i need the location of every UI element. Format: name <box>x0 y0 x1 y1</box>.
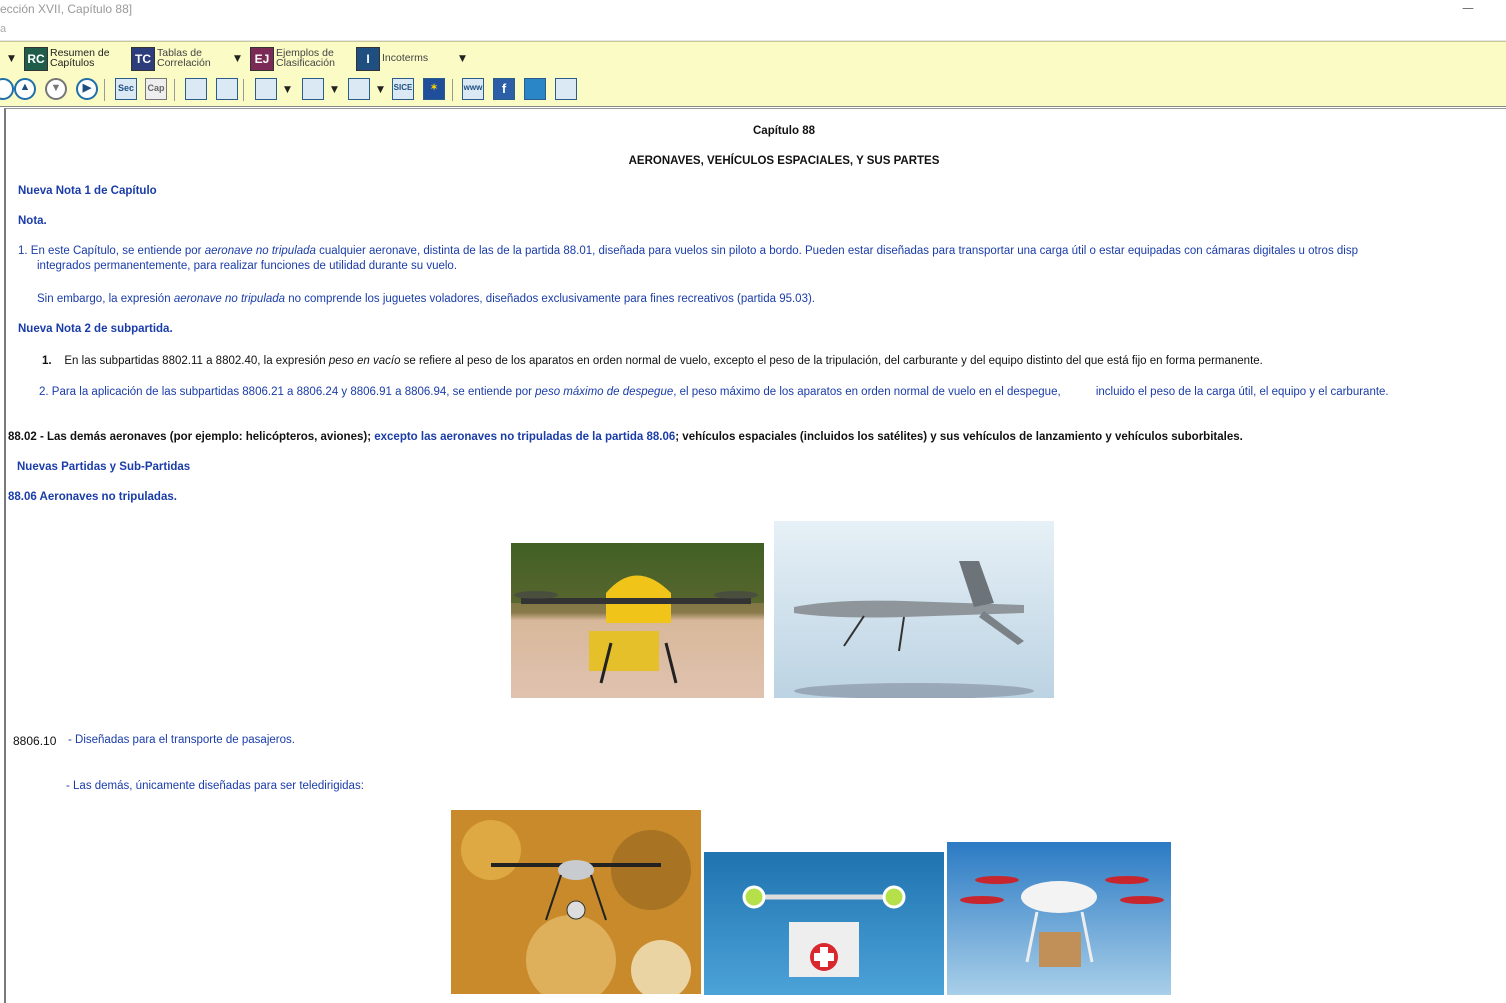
play-icon[interactable]: ▶ <box>76 78 98 100</box>
chapter-title: AERONAVES, VEHÍCULOS ESPACIALES, Y SUS P… <box>628 155 940 167</box>
delivery-drone-photo <box>947 842 1171 995</box>
las-demas-text: - Las demás, únicamente diseñadas para s… <box>66 780 364 792</box>
military-drone-photo <box>774 521 1054 698</box>
document-view: Capítulo 88 AERONAVES, VEHÍCULOS ESPACIA… <box>4 108 1506 1003</box>
camera-drone-photo <box>451 810 701 994</box>
ej-badge-icon: EJ <box>250 47 274 71</box>
separator <box>104 79 105 101</box>
minimize-button[interactable]: — <box>1462 1 1474 15</box>
chapter-heading: Capítulo 88 <box>753 125 815 137</box>
twitter-icon[interactable] <box>524 78 546 100</box>
tablas-dropdown-icon[interactable]: ▼ <box>234 54 241 64</box>
copy-icon[interactable] <box>185 78 207 100</box>
contacts-icon[interactable] <box>555 78 577 100</box>
subpartida-880610-code: 8806.10 <box>13 734 57 748</box>
sec-button[interactable]: Sec <box>115 78 137 100</box>
up-arrow-icon[interactable]: ▲ <box>14 78 36 100</box>
partida-8806: 88.06 Aeronaves no tripuladas. <box>8 491 177 503</box>
nota1-line2: integrados permanentemente, para realiza… <box>37 260 458 272</box>
menu-item[interactable]: a <box>0 23 6 35</box>
incoterms-button[interactable]: I Incoterms <box>356 47 456 71</box>
print-icon[interactable] <box>216 78 238 100</box>
flask-dropdown-icon[interactable]: ▼ <box>284 85 291 95</box>
nuevas-partidas-heading: Nuevas Partidas y Sub-Partidas <box>17 461 191 473</box>
people-dropdown-icon[interactable]: ▼ <box>331 85 338 95</box>
subnote-2: 2. Para la aplicación de las subpartidas… <box>39 386 1389 398</box>
down-arrow-icon[interactable]: ▼ <box>45 78 67 100</box>
incoterms-badge-icon: I <box>356 47 380 71</box>
sice-button[interactable]: SICE <box>392 78 414 100</box>
separator <box>452 79 453 101</box>
resumen-capitulos-label: Resumen de Capítulos <box>50 47 110 69</box>
subpartida-880610-text: - Diseñadas para el transporte de pasaje… <box>68 734 295 746</box>
download-icon[interactable] <box>348 78 370 100</box>
nota1-line1: 1. En este Capítulo, se entiende por aer… <box>18 245 1358 257</box>
medical-drone-photo <box>704 852 944 995</box>
download-dropdown-icon[interactable]: ▼ <box>377 85 384 95</box>
ejemplos-clasificacion-label: Ejemplos de Clasificación <box>276 47 335 69</box>
separator <box>243 79 244 101</box>
www-button[interactable]: www <box>462 78 484 100</box>
nota1-para2: Sin embargo, la expresión aeronave no tr… <box>37 293 816 305</box>
resumen-capitulos-button[interactable]: RC Resumen de Capítulos <box>24 47 124 71</box>
nota2-heading: Nueva Nota 2 de subpartida. <box>18 323 173 335</box>
separator <box>174 79 175 101</box>
title-bar: ección XVII, Capítulo 88] — <box>0 0 1506 20</box>
nota1-heading: Nueva Nota 1 de Capítulo <box>18 185 157 197</box>
toolbar-row-1: ▼ RC Resumen de Capítulos TC Tablas de C… <box>0 41 1506 76</box>
eu-flag-icon[interactable]: ✶ <box>423 78 445 100</box>
facebook-icon[interactable]: f <box>493 78 515 100</box>
menu-bar: a <box>0 20 1506 41</box>
subnote-1: 1. En las subpartidas 8802.11 a 8802.40,… <box>42 355 1263 367</box>
tablas-correlacion-button[interactable]: TC Tablas de Correlación <box>131 47 231 71</box>
dropdown-arrow-icon[interactable]: ▼ <box>8 54 15 64</box>
cap-button[interactable]: Cap <box>145 78 167 100</box>
rc-badge-icon: RC <box>24 47 48 71</box>
dhl-drone-photo <box>511 543 764 698</box>
nota-heading: Nota. <box>18 215 47 227</box>
tc-badge-icon: TC <box>131 47 155 71</box>
nav-icon[interactable] <box>0 78 14 100</box>
toolbar-row-2: ▲ ▼ ▶ Sec Cap ▼ ▼ ▼ SICE ✶ www f <box>0 75 1506 107</box>
window-title: ección XVII, Capítulo 88] <box>0 2 133 16</box>
flask-icon[interactable] <box>255 78 277 100</box>
ejemplos-clasificacion-button[interactable]: EJ Ejemplos de Clasificación <box>250 47 350 71</box>
people-icon[interactable] <box>302 78 324 100</box>
partida-8802: 88.02 - Las demás aeronaves (por ejemplo… <box>8 431 1243 443</box>
incoterms-dropdown-icon[interactable]: ▼ <box>459 54 466 64</box>
